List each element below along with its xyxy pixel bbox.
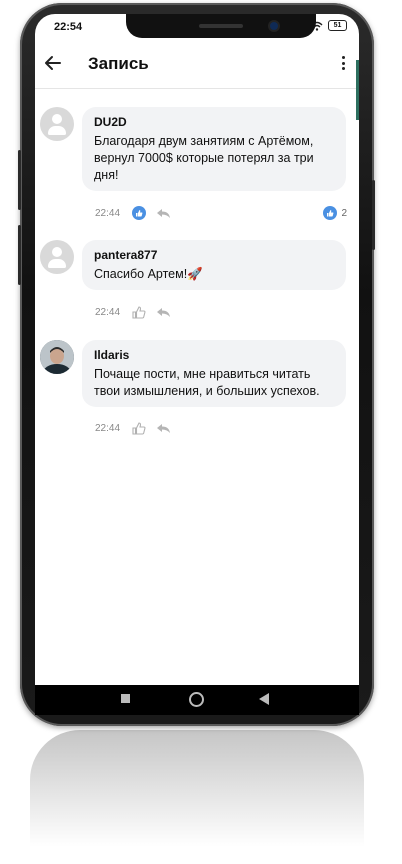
notch <box>126 14 316 38</box>
like-icon <box>132 206 147 220</box>
comment-time: 22:44 <box>95 423 121 434</box>
user-placeholder-icon[interactable] <box>40 107 74 141</box>
comment-meta: 22:44 <box>95 306 171 319</box>
app-bar: Запись <box>35 40 359 89</box>
front-camera <box>270 22 278 30</box>
phone-screen: 22:54 51 Запись DU2D Благодаря двум заня… <box>35 14 359 685</box>
user-placeholder-icon[interactable] <box>40 240 74 274</box>
comment-text: Спасибо Артем!🚀 <box>94 267 203 281</box>
comment-meta: 22:44 <box>95 206 171 220</box>
like-count: 2 <box>341 207 347 219</box>
comment-time: 22:44 <box>95 307 121 318</box>
like-button[interactable] <box>132 422 146 435</box>
like-icon <box>323 206 338 220</box>
user-photo <box>40 340 74 374</box>
volume-button <box>18 150 21 210</box>
comment-item: pantera877 Спасибо Артем!🚀 22:44 <box>35 240 359 320</box>
phone-reflection <box>30 730 364 860</box>
like-icon <box>132 422 146 435</box>
speaker <box>199 24 243 28</box>
comment-bubble: pantera877 Спасибо Артем!🚀 <box>82 240 346 290</box>
like-button[interactable] <box>132 206 147 220</box>
comment-time: 22:44 <box>95 207 121 219</box>
comment-author[interactable]: DU2D <box>94 115 332 129</box>
reply-icon <box>157 208 171 218</box>
avatar[interactable] <box>40 340 74 374</box>
recents-button[interactable] <box>121 694 130 703</box>
like-button[interactable] <box>132 306 146 319</box>
reply-button[interactable] <box>156 423 171 434</box>
more-vert-icon[interactable] <box>339 53 347 73</box>
battery-icon: 51 <box>328 20 347 31</box>
system-nav-bar <box>35 685 359 715</box>
reply-button[interactable] <box>156 208 171 219</box>
comment-item: DU2D Благодаря двум занятиям с Артёмом, … <box>35 107 359 220</box>
page-title: Запись <box>88 54 149 73</box>
status-time: 22:54 <box>54 21 83 33</box>
comment-author[interactable]: pantera877 <box>94 248 332 262</box>
back-button[interactable] <box>259 693 269 705</box>
volume-button-2 <box>18 225 21 285</box>
back-arrow-icon[interactable] <box>43 53 63 73</box>
comment-item: Ildaris Почаще пости, мне нравиться чита… <box>35 340 359 440</box>
comment-bubble: DU2D Благодаря двум занятиям с Артёмом, … <box>82 107 346 191</box>
home-button[interactable] <box>189 692 204 707</box>
like-counter[interactable]: 2 <box>323 206 347 220</box>
reply-icon <box>157 424 171 433</box>
power-button <box>372 180 375 250</box>
reply-button[interactable] <box>156 307 171 318</box>
comment-author[interactable]: Ildaris <box>94 348 332 362</box>
like-icon <box>132 306 146 319</box>
comment-meta: 22:44 <box>95 422 171 435</box>
reply-icon <box>157 308 171 317</box>
comment-text: Благодаря двум занятиям с Артёмом, верну… <box>94 134 314 182</box>
comment-text: Почаще пости, мне нравиться читать твои … <box>94 367 320 398</box>
comment-bubble: Ildaris Почаще пости, мне нравиться чита… <box>82 340 346 407</box>
